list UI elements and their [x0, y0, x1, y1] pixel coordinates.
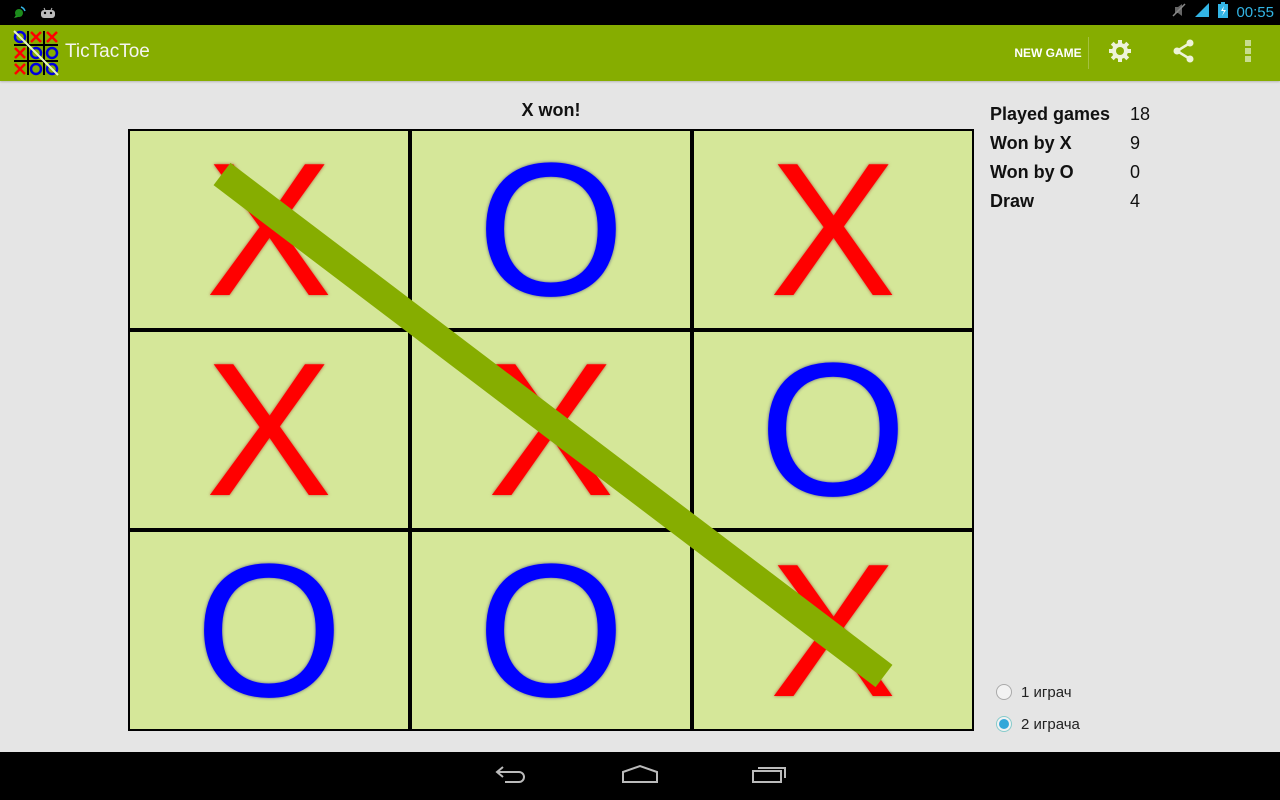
radio-button[interactable]	[996, 684, 1012, 700]
settings-button[interactable]	[1096, 25, 1144, 81]
stat-label: Won by X	[990, 133, 1072, 153]
new-game-button[interactable]: NEW GAME	[1008, 25, 1088, 81]
recent-apps-icon	[751, 764, 787, 789]
player-mode-group: 1 играч 2 играча	[996, 676, 1080, 740]
stat-value: 18	[1130, 104, 1151, 124]
x-mark: X	[769, 524, 897, 737]
battery-charging-icon	[1218, 2, 1229, 22]
board-cell-0-2[interactable]: X	[694, 131, 972, 328]
board-cell-0-1[interactable]: O	[412, 131, 690, 328]
x-mark: X	[205, 123, 333, 336]
action-bar: TicTacToe NEW GAME	[0, 25, 1280, 81]
share-button[interactable]	[1160, 25, 1208, 81]
game-status: X won!	[521, 100, 581, 120]
board-cell-2-0[interactable]: O	[130, 532, 408, 729]
android-icon	[40, 6, 56, 24]
back-button[interactable]	[472, 758, 552, 794]
game-board: X O X X X O O O X	[128, 129, 974, 731]
board-cell-1-2[interactable]: O	[694, 332, 972, 528]
radio-two-players[interactable]: 2 играча	[996, 708, 1080, 740]
overflow-menu-icon	[1244, 39, 1252, 68]
stat-row-played: Played games 18	[990, 100, 1150, 129]
radio-button[interactable]	[996, 716, 1012, 732]
action-divider	[1088, 37, 1089, 69]
clock: 00:55	[1236, 3, 1274, 21]
stat-value: 4	[1130, 191, 1141, 211]
overflow-menu-button[interactable]	[1224, 25, 1272, 81]
board-cell-2-1[interactable]: O	[412, 532, 690, 729]
stat-value: 0	[1130, 162, 1141, 182]
board-cell-1-0[interactable]: X	[130, 332, 408, 528]
stat-row-won-o: Won by O 0	[990, 158, 1150, 187]
signal-icon	[1194, 2, 1210, 22]
back-icon	[495, 764, 529, 789]
settings-icon	[1108, 39, 1132, 68]
stat-row-draw: Draw 4	[990, 187, 1150, 216]
muted-icon	[1172, 2, 1186, 22]
navigation-bar	[0, 752, 1280, 800]
board-cell-0-0[interactable]: X	[130, 131, 408, 328]
o-mark: O	[477, 524, 625, 737]
x-mark: X	[205, 324, 333, 536]
o-mark: O	[195, 524, 343, 737]
status-bar: 00:55	[0, 0, 1280, 25]
radio-label: 2 играча	[1021, 715, 1080, 733]
stat-label: Won by O	[990, 162, 1074, 182]
radio-one-player[interactable]: 1 играч	[996, 676, 1080, 708]
app-title: TicTacToe	[65, 41, 150, 62]
board-cell-2-2[interactable]: X	[694, 532, 972, 729]
board-cell-1-1[interactable]: X	[412, 332, 690, 528]
o-mark: O	[759, 324, 907, 536]
recent-apps-button[interactable]	[729, 758, 809, 794]
o-mark: O	[477, 123, 625, 336]
satellite-dish-icon	[12, 4, 26, 25]
home-button[interactable]	[600, 758, 680, 794]
radio-label: 1 играч	[1021, 683, 1072, 701]
x-mark: X	[487, 324, 615, 536]
stat-value: 9	[1130, 133, 1141, 153]
stat-label: Draw	[990, 191, 1035, 211]
x-mark: X	[769, 123, 897, 336]
home-icon	[621, 764, 659, 789]
stat-row-won-x: Won by X 9	[990, 129, 1150, 158]
stats-panel: Played games 18 Won by X 9 Won by O 0 Dr…	[990, 100, 1150, 216]
share-icon	[1172, 39, 1196, 68]
app-logo-icon	[12, 29, 60, 77]
stat-label: Played games	[990, 104, 1111, 124]
